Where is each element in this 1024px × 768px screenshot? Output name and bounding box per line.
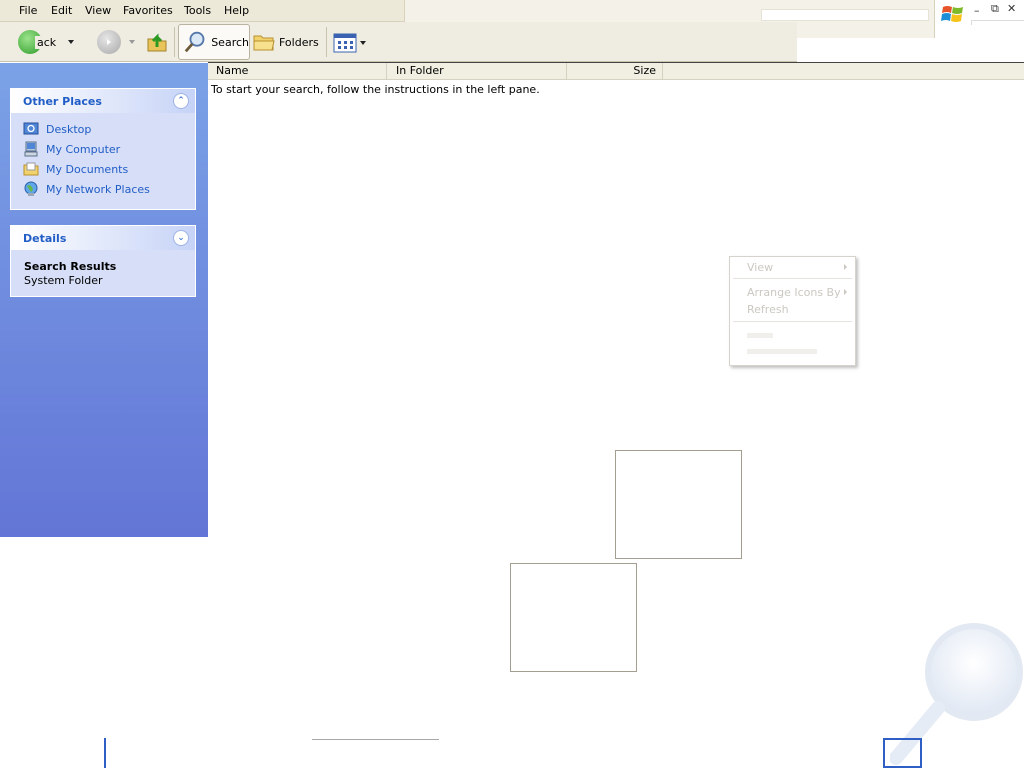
up-folder-button[interactable] (146, 31, 168, 53)
place-label: My Computer (46, 142, 121, 156)
views-icon (333, 33, 357, 53)
menu-edit[interactable]: Edit (51, 4, 72, 17)
task-pane: Other Places ⌃ Desktop My Computer My Do… (0, 63, 208, 537)
place-label: My Network Places (46, 182, 150, 196)
focus-rectangle (883, 738, 922, 768)
folders-button[interactable]: Folders (253, 32, 319, 52)
desktop-icon (23, 122, 39, 135)
documents-folder-icon (23, 162, 39, 176)
up-folder-icon (147, 33, 167, 52)
folders-icon (253, 35, 275, 51)
details-type: System Folder (24, 274, 103, 287)
ghost-line-blue (104, 738, 106, 768)
windows-logo-icon (941, 6, 963, 22)
views-button[interactable] (333, 33, 366, 53)
collapse-up-icon[interactable]: ⌃ (173, 93, 189, 109)
faded-menu-item (747, 333, 773, 338)
minimize-icon[interactable]: – (974, 4, 980, 17)
address-stub (761, 9, 929, 21)
folders-label: Folders (279, 35, 319, 49)
details-name: Search Results (24, 260, 117, 273)
context-separator (733, 278, 852, 279)
menu-view[interactable]: View (85, 4, 111, 17)
submenu-arrow-icon (844, 289, 847, 295)
details-body: Search Results System Folder (11, 250, 195, 297)
back-dropdown-icon[interactable] (68, 40, 75, 44)
other-places-panel: Other Places ⌃ Desktop My Computer My Do… (10, 88, 196, 210)
views-dropdown-icon[interactable] (360, 41, 366, 45)
search-icon (184, 31, 205, 53)
computer-icon (24, 141, 38, 157)
window-controls-area: – ⧉ ✕ (934, 0, 1024, 38)
ghost-window-frame (510, 563, 637, 672)
place-desktop[interactable]: Desktop (11, 119, 195, 139)
expand-down-icon[interactable]: ⌄ (173, 230, 189, 246)
submenu-arrow-icon (844, 264, 847, 270)
restore-icon[interactable]: ⧉ (991, 2, 999, 16)
other-places-title: Other Places (23, 94, 102, 108)
menu-tools[interactable]: Tools (184, 4, 211, 17)
results-column-header: Name In Folder Size (208, 62, 1024, 80)
place-label: Desktop (46, 122, 92, 136)
place-my-documents[interactable]: My Documents (11, 159, 195, 179)
search-label: Search (211, 35, 249, 49)
window-frame-stub (971, 20, 1024, 25)
toolbar-separator (174, 27, 175, 57)
forward-dropdown-icon[interactable] (129, 40, 135, 44)
menu-bar: File Edit View Favorites Tools Help (0, 0, 404, 22)
search-instructions: To start your search, follow the instruc… (211, 83, 540, 96)
context-separator (733, 321, 852, 322)
other-places-header[interactable]: Other Places ⌃ (11, 89, 195, 113)
context-menu: View Arrange Icons By Refresh (729, 256, 856, 366)
back-button[interactable]: ack (18, 30, 75, 54)
context-item-view[interactable]: View (747, 261, 773, 274)
back-label: ack (35, 35, 57, 49)
context-item-refresh[interactable]: Refresh (747, 303, 789, 316)
menu-file[interactable]: File (19, 4, 37, 17)
ghost-line (312, 739, 439, 740)
ghost-window-frame (615, 450, 742, 559)
menu-help[interactable]: Help (224, 4, 249, 17)
column-size[interactable]: Size (567, 63, 663, 80)
search-button[interactable]: Search (178, 24, 250, 60)
details-panel: Details ⌄ Search Results System Folder (10, 225, 196, 297)
place-my-network-places[interactable]: My Network Places (11, 179, 195, 199)
forward-arrow-icon (97, 30, 121, 54)
details-title: Details (23, 231, 67, 245)
other-places-list: Desktop My Computer My Documents My Netw… (11, 113, 195, 199)
forward-button[interactable] (97, 30, 135, 54)
close-icon[interactable]: ✕ (1007, 2, 1016, 15)
details-header[interactable]: Details ⌄ (11, 226, 195, 250)
column-in-folder[interactable]: In Folder (387, 63, 567, 80)
toolbar: ack Search Folders (0, 22, 797, 62)
place-my-computer[interactable]: My Computer (11, 139, 195, 159)
faded-menu-item (747, 349, 817, 354)
context-item-arrange-icons-by[interactable]: Arrange Icons By (747, 286, 841, 299)
toolbar-separator-2 (326, 27, 327, 57)
place-label: My Documents (46, 162, 129, 176)
column-name[interactable]: Name (208, 63, 387, 80)
network-globe-icon (24, 181, 38, 196)
menu-favorites[interactable]: Favorites (123, 4, 173, 17)
